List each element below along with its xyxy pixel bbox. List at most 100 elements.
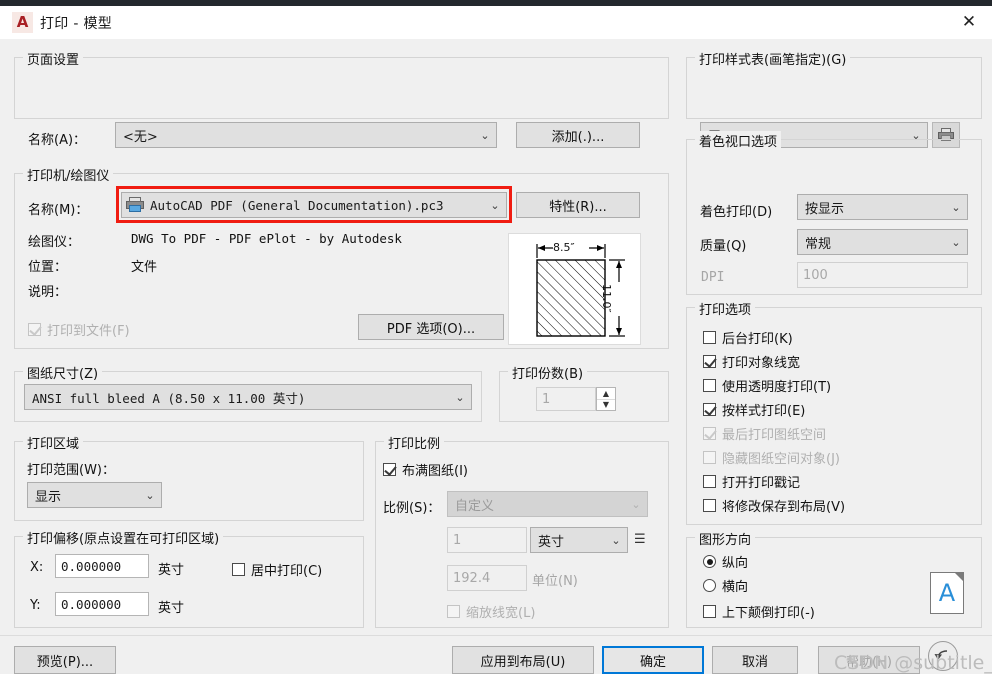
- plotter-label: 绘图仪：: [28, 235, 81, 250]
- plot-option-label: 打印对象线宽: [722, 356, 801, 371]
- cancel-button[interactable]: 取消: [712, 646, 798, 674]
- title-bar: A 打印 - 模型 ✕: [0, 6, 992, 39]
- plot-option-label: 隐藏图纸空间对象(J): [722, 452, 840, 467]
- plot-option-hide-paperspace[interactable]: 隐藏图纸空间对象(J): [703, 448, 840, 467]
- printer-name-label: 名称(M)：: [28, 203, 89, 218]
- dialog-body: 页面设置 名称(A)： <无> ⌄ 添加(.)... 打印机/绘图仪 名称(M)…: [0, 39, 992, 674]
- copies-input[interactable]: 1: [536, 387, 596, 411]
- close-icon[interactable]: ✕: [946, 6, 992, 39]
- plot-option-label: 最后打印图纸空间: [722, 428, 827, 443]
- checkbox-box: [383, 463, 396, 476]
- spinner-down-icon[interactable]: ▼: [597, 400, 615, 411]
- checkbox-box: [447, 605, 460, 618]
- apply-to-layout-button[interactable]: 应用到布局(U): [452, 646, 594, 674]
- plot-option-plot-with-styles[interactable]: 按样式打印(E): [703, 400, 805, 419]
- scale-lineweights-checkbox[interactable]: 缩放线宽(L): [447, 602, 535, 621]
- orientation-upside-down-label: 上下颠倒打印(-): [722, 606, 815, 621]
- plot-option-transparency[interactable]: 使用透明度打印(T): [703, 376, 831, 395]
- shade-plot-combo[interactable]: 按显示 ⌄: [797, 194, 968, 220]
- paper-size-group-title: 图纸尺寸(Z): [23, 363, 103, 382]
- preview-button[interactable]: 预览(P)...: [14, 646, 116, 674]
- scale-label: 比例(S)：: [383, 501, 441, 516]
- offset-y-unit: 英寸: [158, 601, 185, 616]
- add-page-setup-button[interactable]: 添加(.)...: [516, 122, 640, 148]
- orientation-portrait-label: 纵向: [722, 556, 749, 571]
- shaded-viewport-group-title: 着色视口选项: [695, 131, 782, 150]
- plot-area-what-combo[interactable]: 显示 ⌄: [27, 482, 162, 508]
- checkbox-box: [703, 451, 716, 464]
- dpi-label: DPI: [701, 270, 725, 285]
- offset-y-input[interactable]: 0.000000: [55, 592, 149, 616]
- page-setup-name-value: <无>: [123, 129, 158, 145]
- checkbox-box: [28, 323, 41, 336]
- center-plot-label: 居中打印(C): [251, 564, 323, 579]
- footer-divider: [0, 635, 992, 636]
- center-plot-checkbox[interactable]: 居中打印(C): [232, 560, 322, 579]
- dpi-input[interactable]: 100: [797, 262, 968, 288]
- orientation-upside-down-checkbox[interactable]: 上下颠倒打印(-): [703, 602, 815, 621]
- scale-lineweights-label: 缩放线宽(L): [466, 606, 536, 621]
- pdf-options-button[interactable]: PDF 选项(O)...: [358, 314, 504, 340]
- offset-x-unit: 英寸: [158, 563, 185, 578]
- orientation-portrait-radio[interactable]: 纵向: [703, 552, 748, 571]
- scale-denominator-input[interactable]: 192.4: [447, 565, 527, 591]
- fit-to-paper-label: 布满图纸(I): [402, 464, 468, 479]
- chevron-down-icon: ⌄: [631, 497, 641, 511]
- location-label: 位置：: [28, 260, 68, 275]
- ok-button[interactable]: 确定: [602, 646, 704, 674]
- plot-option-plot-stamp[interactable]: 打开打印戳记: [703, 472, 800, 491]
- plot-area-group: 打印区域: [14, 433, 364, 521]
- checkbox-box: [703, 605, 716, 618]
- printer-name-combo[interactable]: AutoCAD PDF (General Documentation).pc3 …: [121, 192, 507, 218]
- orientation-group-title: 图形方向: [695, 529, 756, 548]
- plot-to-file-checkbox[interactable]: 打印到文件(F): [28, 320, 130, 339]
- chevron-down-icon: ⌄: [490, 198, 500, 212]
- description-label: 说明：: [28, 285, 68, 300]
- chevron-down-icon: ⌄: [611, 533, 621, 547]
- plot-style-group-title: 打印样式表(画笔指定)(G): [695, 49, 851, 68]
- checkbox-box: [232, 563, 245, 576]
- scale-unit-combo[interactable]: 英寸 ⌄: [530, 527, 628, 553]
- plot-option-save-changes[interactable]: 将修改保存到布局(V): [703, 496, 845, 515]
- radio-circle: [703, 555, 716, 568]
- checkbox-box: [703, 475, 716, 488]
- quality-label: 质量(Q): [700, 239, 747, 254]
- printer-properties-button[interactable]: 特性(R)...: [516, 192, 640, 218]
- autocad-logo-icon: A: [12, 12, 33, 33]
- scale-menu-icon[interactable]: ☰: [634, 533, 646, 546]
- copies-spinner[interactable]: ▲ ▼: [596, 387, 616, 411]
- shade-plot-value: 按显示: [805, 201, 845, 217]
- checkbox-box: [703, 427, 716, 440]
- scale-units-label: 单位(N): [532, 574, 578, 589]
- plot-option-object-lineweights[interactable]: 打印对象线宽: [703, 352, 800, 371]
- plot-option-paperspace-last[interactable]: 最后打印图纸空间: [703, 424, 826, 443]
- plot-option-background-plot[interactable]: 后台打印(K): [703, 328, 793, 347]
- fit-to-paper-checkbox[interactable]: 布满图纸(I): [383, 460, 468, 479]
- offset-x-input[interactable]: 0.000000: [55, 554, 149, 578]
- plot-style-group: 打印样式表(画笔指定)(G): [686, 49, 982, 119]
- scale-combo[interactable]: 自定义 ⌄: [447, 491, 648, 517]
- scale-numerator-input[interactable]: 1: [447, 527, 527, 553]
- shade-plot-label: 着色打印(D): [700, 205, 773, 220]
- radio-circle: [703, 579, 716, 592]
- checkbox-box: [703, 379, 716, 392]
- orientation-landscape-label: 横向: [722, 580, 749, 595]
- plot-option-label: 将修改保存到布局(V): [722, 500, 846, 515]
- orientation-landscape-radio[interactable]: 横向: [703, 576, 748, 595]
- preview-height-label: 11.0″: [600, 284, 613, 313]
- plot-option-label: 后台打印(K): [722, 332, 793, 347]
- paper-size-combo[interactable]: ANSI full bleed A (8.50 x 11.00 英寸) ⌄: [24, 384, 472, 410]
- preview-width-label: 8.5″: [553, 241, 575, 254]
- plot-scale-group-title: 打印比例: [384, 433, 445, 452]
- chevron-down-icon: ⌄: [455, 390, 465, 404]
- plot-area-group-title: 打印区域: [23, 433, 84, 452]
- checkbox-box: [703, 499, 716, 512]
- spinner-up-icon[interactable]: ▲: [597, 388, 615, 400]
- chevron-down-icon: ⌄: [145, 488, 155, 502]
- plot-option-label: 按样式打印(E): [722, 404, 806, 419]
- page-setup-name-combo[interactable]: <无> ⌄: [115, 122, 497, 148]
- chevron-down-icon: ⌄: [951, 200, 961, 214]
- paper-size-value: ANSI full bleed A (8.50 x 11.00 英寸): [32, 390, 306, 406]
- quality-combo[interactable]: 常规 ⌄: [797, 229, 968, 255]
- paper-preview: 8.5″ 11.0″: [508, 233, 641, 345]
